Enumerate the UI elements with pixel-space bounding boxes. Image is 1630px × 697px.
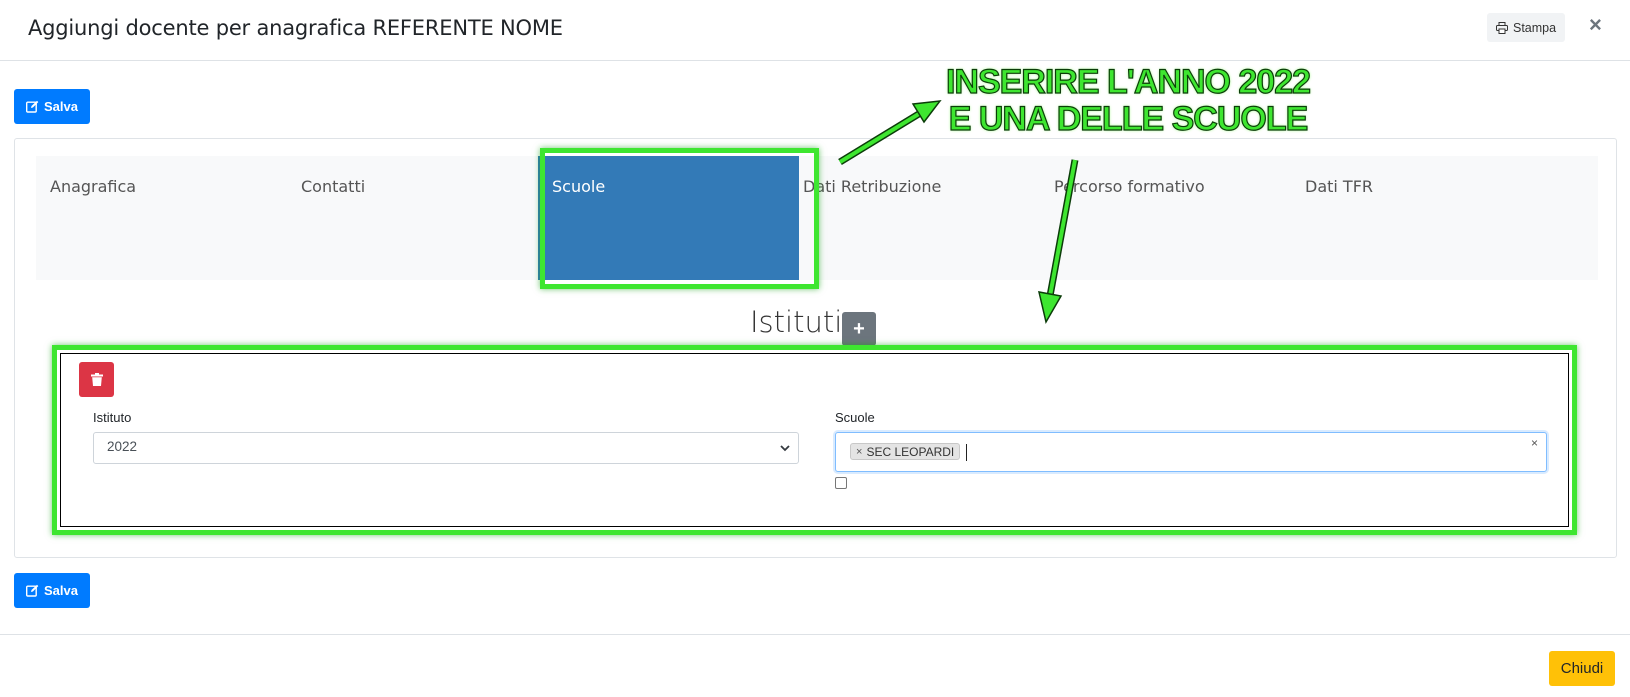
clear-all-icon[interactable]: ×: [1531, 436, 1538, 450]
scuole-checkbox[interactable]: [835, 477, 847, 489]
istituto-select[interactable]: 2022: [93, 432, 799, 464]
save-button-top[interactable]: Salva: [14, 89, 90, 124]
istituto-label: Istituto: [93, 410, 132, 425]
istituto-row: Istituto 2022 Scuole × SEC LEOPARDI ×: [60, 353, 1569, 527]
text-cursor: [966, 444, 967, 461]
istituto-value: 2022: [107, 439, 138, 454]
selected-chip: × SEC LEOPARDI: [850, 443, 961, 460]
chevron-down-icon: [780, 445, 790, 452]
modal-title: Aggiungi docente per anagrafica REFERENT…: [28, 16, 563, 40]
tab-percorso-formativo[interactable]: Percorso formativo: [1040, 156, 1301, 280]
modal-dialog: Aggiungi docente per anagrafica REFERENT…: [0, 0, 1630, 697]
tab-contatti[interactable]: Contatti: [287, 156, 548, 280]
print-label: Stampa: [1513, 20, 1557, 35]
chip-remove-icon[interactable]: ×: [856, 446, 862, 458]
modal-header: Aggiungi docente per anagrafica REFERENT…: [0, 0, 1630, 61]
close-button[interactable]: Chiudi: [1549, 651, 1615, 686]
annotation-line-1: INSERIRE L'ANNO 2022: [945, 63, 1311, 101]
close-icon[interactable]: ×: [1589, 12, 1602, 38]
edit-icon: [26, 584, 39, 597]
delete-button[interactable]: [79, 362, 114, 397]
trash-icon: [90, 373, 103, 386]
tab-dati-retribuzione[interactable]: Dati Retribuzione: [789, 156, 1050, 280]
modal-footer: Chiudi: [0, 634, 1630, 697]
tab-anagrafica[interactable]: Anagrafica: [36, 156, 297, 280]
edit-icon: [26, 100, 39, 113]
annotation-line-2: E UNA DELLE SCUOLE: [948, 100, 1309, 138]
tab-scuole[interactable]: Scuole: [538, 156, 799, 280]
section-title: Istituti: [750, 305, 843, 339]
scuole-multiselect[interactable]: × SEC LEOPARDI ×: [835, 432, 1547, 472]
add-istituto-button[interactable]: +: [842, 312, 876, 346]
scuole-label: Scuole: [835, 410, 875, 425]
print-button[interactable]: Stampa: [1487, 13, 1566, 42]
save-label: Salva: [44, 583, 78, 598]
print-icon: [1496, 21, 1508, 34]
save-button-bottom[interactable]: Salva: [14, 573, 90, 608]
annotation-text: INSERIRE L'ANNO 2022 E UNA DELLE SCUOLE: [928, 63, 1328, 138]
chip-label: SEC LEOPARDI: [866, 444, 955, 459]
tab-dati-tfr[interactable]: Dati TFR: [1291, 156, 1552, 280]
tab-bar: Anagrafica Contatti Scuole Dati Retribuz…: [36, 156, 1598, 280]
save-label: Salva: [44, 99, 78, 114]
highlight-frame-istituto-row: Istituto 2022 Scuole × SEC LEOPARDI ×: [52, 345, 1577, 535]
